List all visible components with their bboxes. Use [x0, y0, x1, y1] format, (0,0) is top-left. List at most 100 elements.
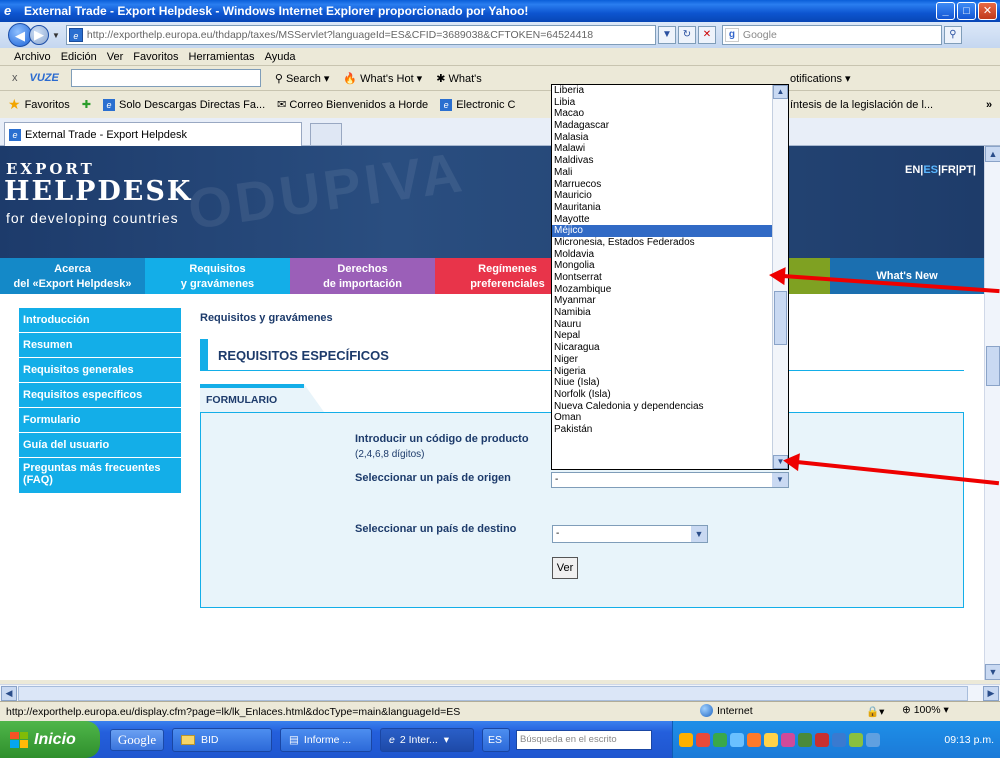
lang-fr[interactable]: FR	[941, 164, 956, 176]
dropdown-option[interactable]: Marruecos	[552, 179, 774, 191]
dropdown-option[interactable]: Mauritania	[552, 202, 774, 214]
search-input[interactable]: g Google	[721, 25, 942, 45]
page-horizontal-scrollbar[interactable]: ◀ ▶	[0, 684, 1000, 701]
dropdown-option[interactable]: Micronesia, Estados Federados	[552, 237, 774, 249]
dropdown-option[interactable]: Maldivas	[552, 155, 774, 167]
fav-item-sintesis[interactable]: íntesis de la legislación de l...	[790, 99, 933, 111]
ver-button[interactable]: Ver	[552, 557, 578, 579]
dropdown-option[interactable]: Mali	[552, 167, 774, 179]
minimize-button[interactable]: _	[936, 2, 955, 20]
sidebar-item-formulario[interactable]: Formulario	[19, 408, 181, 433]
breadcrumb[interactable]: Requisitos y gravámenes	[200, 312, 333, 324]
dropdown-option[interactable]: Mozambique	[552, 284, 774, 296]
sidebar-item-resumen[interactable]: Resumen	[19, 333, 181, 358]
dropdown-option[interactable]: Nicaragua	[552, 342, 774, 354]
tray-icon[interactable]	[815, 732, 829, 747]
sidebar-item-faq[interactable]: Preguntas más frecuentes (FAQ)	[19, 458, 181, 494]
scroll-thumb[interactable]	[18, 686, 968, 701]
google-toolbar-button[interactable]: Google	[110, 728, 164, 751]
scroll-up-icon[interactable]: ▲	[773, 85, 788, 99]
dropdown-option[interactable]: Mauricio	[552, 190, 774, 202]
forward-button[interactable]: ▶	[29, 25, 49, 45]
tray-icon[interactable]	[747, 732, 761, 747]
fav-item-correo[interactable]: ✉ Correo Bienvenidos a Horde	[277, 98, 428, 112]
menu-ayuda[interactable]: Ayuda	[265, 51, 296, 63]
protected-mode-icon[interactable]: 🔒▾	[866, 705, 884, 718]
vuze-search-input[interactable]	[70, 69, 261, 87]
refresh-button[interactable]: ↻	[677, 26, 696, 44]
tray-icon[interactable]	[849, 732, 863, 747]
scroll-thumb[interactable]	[986, 346, 1000, 386]
origin-country-select[interactable]: - ▼	[551, 472, 789, 488]
dropdown-option[interactable]: Madagascar	[552, 120, 774, 132]
close-toolbar-icon[interactable]: x	[12, 72, 18, 84]
dropdown-option[interactable]: Malasia	[552, 132, 774, 144]
dropdown-option[interactable]: Nueva Caledonia y dependencias	[552, 401, 774, 413]
desktop-search-input[interactable]: Búsqueda en el escrito	[516, 729, 652, 750]
dropdown-option[interactable]: Myanmar	[552, 295, 774, 307]
fav-item-descargas[interactable]: e Solo Descargas Directas Fa...	[103, 98, 265, 111]
scroll-thumb[interactable]	[774, 291, 787, 345]
sidebar-item-guia[interactable]: Guía del usuario	[19, 433, 181, 458]
tray-icon[interactable]	[798, 732, 812, 747]
dropdown-option[interactable]: Norfolk (Isla)	[552, 389, 774, 401]
address-bar[interactable]: e http://exporthelp.europa.eu/thdapp/tax…	[65, 25, 656, 45]
dropdown-option[interactable]: Niger	[552, 354, 774, 366]
nav-requisitos[interactable]: Requisitos y gravámenes	[145, 258, 290, 294]
vuze-whats-hot[interactable]: 🔥 What's Hot ▾	[343, 72, 422, 85]
destination-country-select[interactable]: - ▼	[552, 525, 708, 543]
menu-herramientas[interactable]: Herramientas	[189, 51, 255, 63]
add-favorite-button[interactable]: ✚	[82, 98, 91, 111]
close-button[interactable]: ✕	[978, 2, 997, 20]
dropdown-option[interactable]: Nauru	[552, 319, 774, 331]
dropdown-option[interactable]: Malawi	[552, 143, 774, 155]
lang-es[interactable]: ES	[923, 164, 938, 176]
menu-ver[interactable]: Ver	[107, 51, 124, 63]
vuze-search-button[interactable]: ⚲ Search ▾	[275, 72, 330, 85]
sidebar-item-requisitos-especificos[interactable]: Requisitos específicos	[19, 383, 181, 408]
tray-icon[interactable]	[866, 732, 880, 747]
chevron-more-icon[interactable]: »	[986, 99, 992, 111]
tray-icon[interactable]	[713, 732, 727, 747]
history-dropdown-icon[interactable]: ▼	[52, 31, 60, 40]
vuze-notifications[interactable]: otifications ▾	[790, 72, 851, 85]
menu-edicion[interactable]: Edición	[61, 51, 97, 63]
maximize-button[interactable]: □	[957, 2, 976, 20]
taskbar-item-bid[interactable]: BID	[172, 727, 272, 752]
menu-favoritos[interactable]: Favoritos	[133, 51, 178, 63]
fav-item-electronic[interactable]: e Electronic C	[440, 98, 515, 111]
dropdown-option[interactable]: Liberia	[552, 85, 774, 97]
taskbar-item-informe[interactable]: ▤ Informe ...	[280, 727, 372, 752]
tray-icon[interactable]	[730, 732, 744, 747]
dropdown-option[interactable]: Nigeria	[552, 366, 774, 378]
dropdown-option[interactable]: Méjico	[552, 225, 774, 237]
address-dropdown-button[interactable]: ▼	[657, 26, 676, 44]
dropdown-option[interactable]: Macao	[552, 108, 774, 120]
dropdown-option[interactable]: Niue (Isla)	[552, 377, 774, 389]
vuze-logo[interactable]: VUZE	[30, 72, 59, 84]
page-vertical-scrollbar[interactable]: ▲ ▼	[984, 146, 1000, 680]
tray-icon[interactable]	[832, 732, 846, 747]
search-button[interactable]: ⚲	[943, 26, 962, 44]
menu-archivo[interactable]: Archivo	[14, 51, 51, 63]
dropdown-option[interactable]: Namibia	[552, 307, 774, 319]
dropdown-option[interactable]: Nepal	[552, 330, 774, 342]
tray-icon[interactable]	[696, 732, 710, 747]
vuze-whats-new[interactable]: ✱ What's	[436, 72, 482, 85]
dropdown-option[interactable]: Libia	[552, 97, 774, 109]
scroll-left-icon[interactable]: ◀	[1, 686, 17, 701]
scroll-right-icon[interactable]: ▶	[983, 686, 999, 701]
scroll-down-icon[interactable]: ▼	[985, 664, 1000, 680]
dropdown-option[interactable]: Mongolia	[552, 260, 774, 272]
dropdown-option[interactable]: Oman	[552, 412, 774, 424]
zoom-control[interactable]: ⊕ 100% ▾	[902, 704, 949, 716]
tray-icon[interactable]	[679, 732, 693, 747]
stop-button[interactable]: ✕	[697, 26, 716, 44]
favorites-button[interactable]: ★ Favoritos	[8, 96, 70, 113]
sidebar-item-introduccion[interactable]: Introducción	[19, 308, 181, 333]
start-button[interactable]: Inicio	[0, 721, 100, 758]
nav-derechos[interactable]: Derechos de importación	[290, 258, 435, 294]
tab-export-helpdesk[interactable]: e External Trade - Export Helpdesk	[4, 122, 302, 146]
dropdown-option[interactable]: Mayotte	[552, 214, 774, 226]
security-zone[interactable]: Internet	[700, 704, 753, 717]
